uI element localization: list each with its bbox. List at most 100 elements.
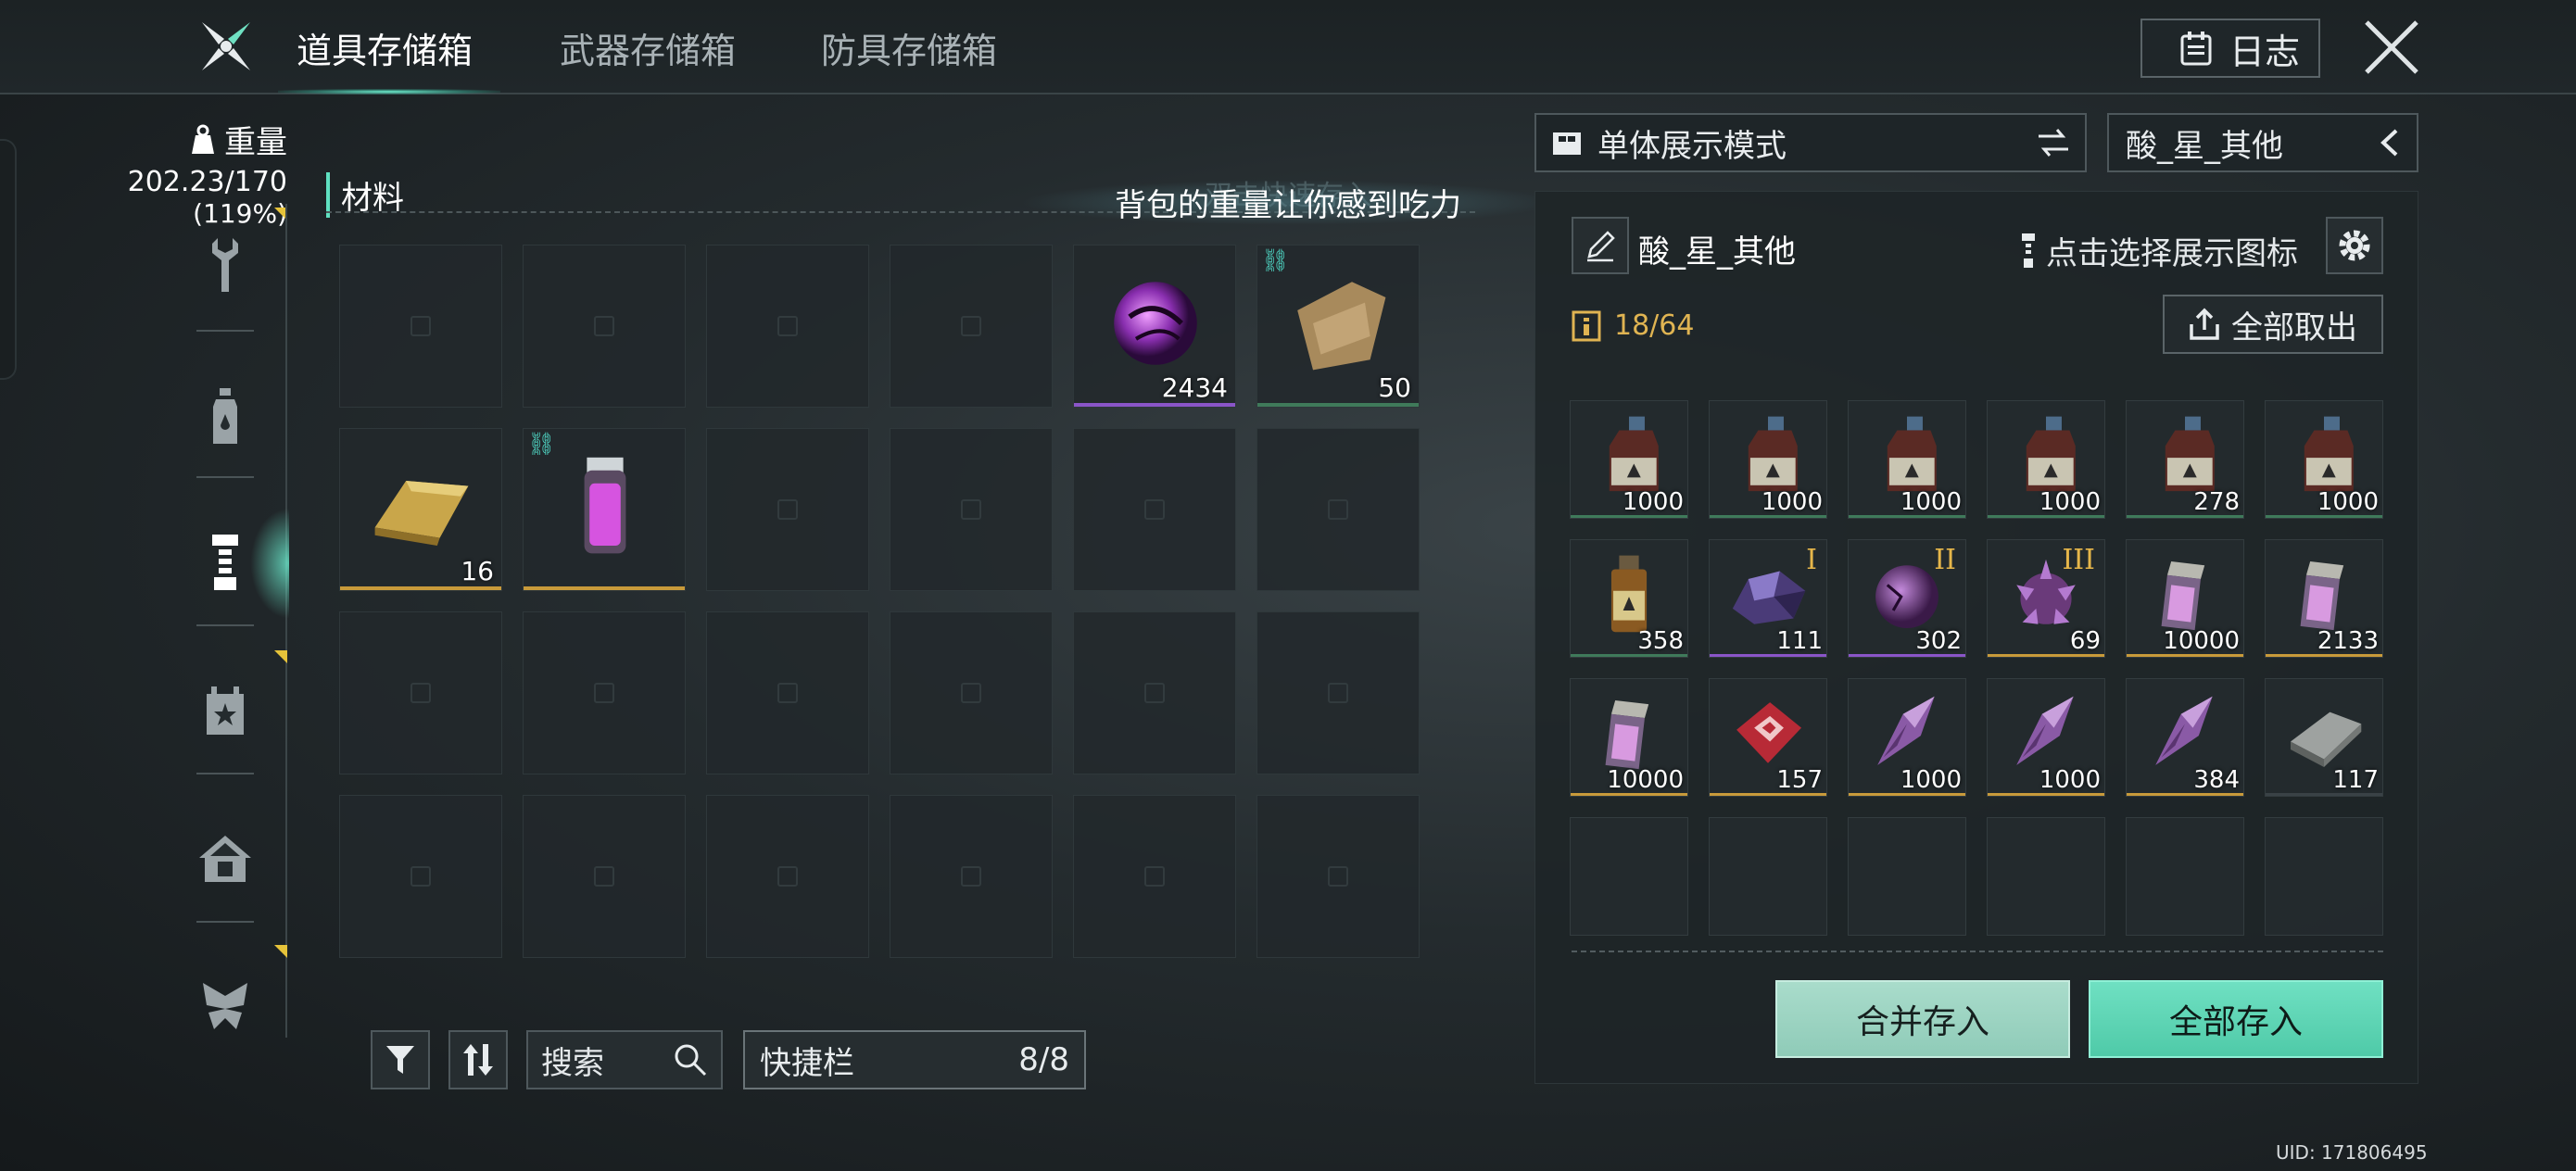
- empty-slot-mark: [594, 866, 614, 887]
- rarity-bar: [2266, 793, 2382, 796]
- store-all-button[interactable]: 全部存入: [2089, 980, 2383, 1058]
- tab-weapon-storage[interactable]: 武器存储箱: [560, 22, 736, 73]
- box-slot-empty[interactable]: [1570, 817, 1688, 936]
- storage-slot-gold-bar[interactable]: 16: [339, 428, 502, 591]
- side-edge-tab[interactable]: [0, 139, 17, 380]
- storage-slot-empty[interactable]: [1073, 428, 1236, 591]
- rarity-bar: [2127, 654, 2243, 657]
- box-slot-brown-bottle[interactable]: 1000: [1987, 400, 2105, 519]
- box-slot-purple-crystal[interactable]: I 111: [1709, 539, 1827, 658]
- box-slot-brown-bottle[interactable]: 278: [2126, 400, 2244, 519]
- search-label: 搜索: [541, 1044, 604, 1082]
- box-slot-brown-bottle[interactable]: 1000: [1570, 400, 1688, 519]
- empty-slot-mark: [410, 866, 431, 887]
- box-slot-purple-shard[interactable]: 1000: [1987, 678, 2105, 797]
- calendar-icon: [2180, 31, 2212, 66]
- swap-icon: [2039, 129, 2068, 157]
- box-slot-purple-ore[interactable]: II 302: [1848, 539, 1966, 658]
- box-slot-pink-jar[interactable]: 10000: [1570, 678, 1688, 797]
- storage-slot-empty[interactable]: [706, 611, 869, 774]
- category-select[interactable]: 酸_星_其他: [2107, 113, 2418, 172]
- pencil-icon: [1587, 231, 1615, 262]
- sort-button[interactable]: [448, 1030, 508, 1089]
- storage-slot-empty[interactable]: [706, 428, 869, 591]
- panel-title: 酸_星_其他: [1638, 233, 1796, 271]
- item-quantity: 117: [2332, 766, 2379, 794]
- storage-slot-empty[interactable]: [523, 245, 686, 408]
- box-slot-brown-bottle[interactable]: 1000: [1848, 400, 1966, 519]
- capacity-value: 18/64: [1614, 309, 1695, 342]
- storage-slot-empty[interactable]: [1073, 795, 1236, 958]
- nav-faction[interactable]: [196, 978, 254, 1036]
- nav-home[interactable]: [196, 830, 254, 888]
- empty-slot-mark: [1144, 683, 1165, 703]
- nav-separator: [196, 921, 254, 923]
- rename-button[interactable]: [1572, 217, 1629, 274]
- box-slot-empty[interactable]: [2265, 817, 2383, 936]
- choose-icon-label: 点击选择展示图标: [2046, 235, 2298, 272]
- box-slot-pink-jar[interactable]: 10000: [2126, 539, 2244, 658]
- box-slot-empty[interactable]: [1709, 817, 1827, 936]
- rarity-bar: [1710, 515, 1826, 518]
- settings-button[interactable]: [2326, 217, 2383, 274]
- log-button[interactable]: 日志: [2140, 19, 2320, 78]
- box-slot-empty[interactable]: [2126, 817, 2244, 936]
- storage-slot-empty[interactable]: [890, 428, 1053, 591]
- storage-slot-empty[interactable]: [890, 611, 1053, 774]
- filter-button[interactable]: [371, 1030, 430, 1089]
- storage-slot-empty[interactable]: [706, 795, 869, 958]
- nav-special[interactable]: [196, 682, 254, 739]
- display-mode-select[interactable]: 单体展示模式: [1534, 113, 2087, 172]
- storage-slot-empty[interactable]: [1073, 611, 1236, 774]
- storage-slot-purple-vial[interactable]: ⛓: [523, 428, 686, 591]
- box-slot-red-chip[interactable]: 157: [1709, 678, 1827, 797]
- take-all-button[interactable]: 全部取出: [2163, 295, 2383, 354]
- storage-slot-purple-orb[interactable]: 2434: [1073, 245, 1236, 408]
- sort-icon: [463, 1044, 493, 1076]
- quickbar-button[interactable]: 快捷栏 8/8: [743, 1030, 1086, 1089]
- empty-slot-mark: [594, 316, 614, 336]
- storage-slot-empty[interactable]: [1256, 795, 1420, 958]
- storage-slot-cloth[interactable]: ⛓ 50: [1256, 245, 1420, 408]
- item-quantity: 157: [1776, 766, 1823, 794]
- box-slot-purple-shard[interactable]: 384: [2126, 678, 2244, 797]
- box-slot-purple-cluster[interactable]: III 69: [1987, 539, 2105, 658]
- tier-badge: II: [1934, 544, 1956, 576]
- box-slot-empty[interactable]: [1987, 817, 2105, 936]
- item-quantity: 69: [2069, 627, 2101, 655]
- tab-armor-storage[interactable]: 防具存储箱: [821, 22, 997, 73]
- box-slot-empty[interactable]: [1848, 817, 1966, 936]
- box-slot-brown-bottle[interactable]: 1000: [2265, 400, 2383, 519]
- rarity-bar: [1849, 654, 1965, 657]
- nav-bottle[interactable]: [196, 387, 254, 445]
- merge-store-button[interactable]: 合并存入: [1775, 980, 2070, 1058]
- nav-tools[interactable]: [196, 534, 254, 591]
- storage-slot-empty[interactable]: [339, 611, 502, 774]
- close-icon[interactable]: [2361, 17, 2422, 78]
- box-slot-amber-vial[interactable]: 358: [1570, 539, 1688, 658]
- item-quantity: 2434: [1161, 372, 1228, 403]
- box-slot-purple-shard[interactable]: 1000: [1848, 678, 1966, 797]
- top-bar: 道具存储箱 武器存储箱 防具存储箱 日志: [0, 0, 2576, 94]
- box-slot-metal-plate[interactable]: 117: [2265, 678, 2383, 797]
- storage-slot-empty[interactable]: [1256, 611, 1420, 774]
- storage-slot-empty[interactable]: [339, 795, 502, 958]
- search-box[interactable]: 搜索: [526, 1030, 723, 1089]
- choose-icon-hint[interactable]: 点击选择展示图标: [2020, 228, 2298, 273]
- storage-slot-empty[interactable]: [890, 245, 1053, 408]
- storage-slot-empty[interactable]: [523, 795, 686, 958]
- nav-wrench[interactable]: [196, 237, 254, 295]
- nav-separator: [196, 330, 254, 332]
- storage-slot-empty[interactable]: [706, 245, 869, 408]
- tab-item-storage[interactable]: 道具存储箱: [297, 22, 473, 73]
- storage-slot-empty[interactable]: [890, 795, 1053, 958]
- box-slot-brown-bottle[interactable]: 1000: [1709, 400, 1827, 519]
- export-icon: [2190, 308, 2219, 340]
- star-box-icon: [207, 686, 244, 735]
- box-slot-pink-jar[interactable]: 2133: [2265, 539, 2383, 658]
- storage-slot-empty[interactable]: [1256, 428, 1420, 591]
- rarity-bar: [2266, 654, 2382, 657]
- storage-slot-empty[interactable]: [339, 245, 502, 408]
- item-quantity: 1000: [1900, 766, 1962, 794]
- storage-slot-empty[interactable]: [523, 611, 686, 774]
